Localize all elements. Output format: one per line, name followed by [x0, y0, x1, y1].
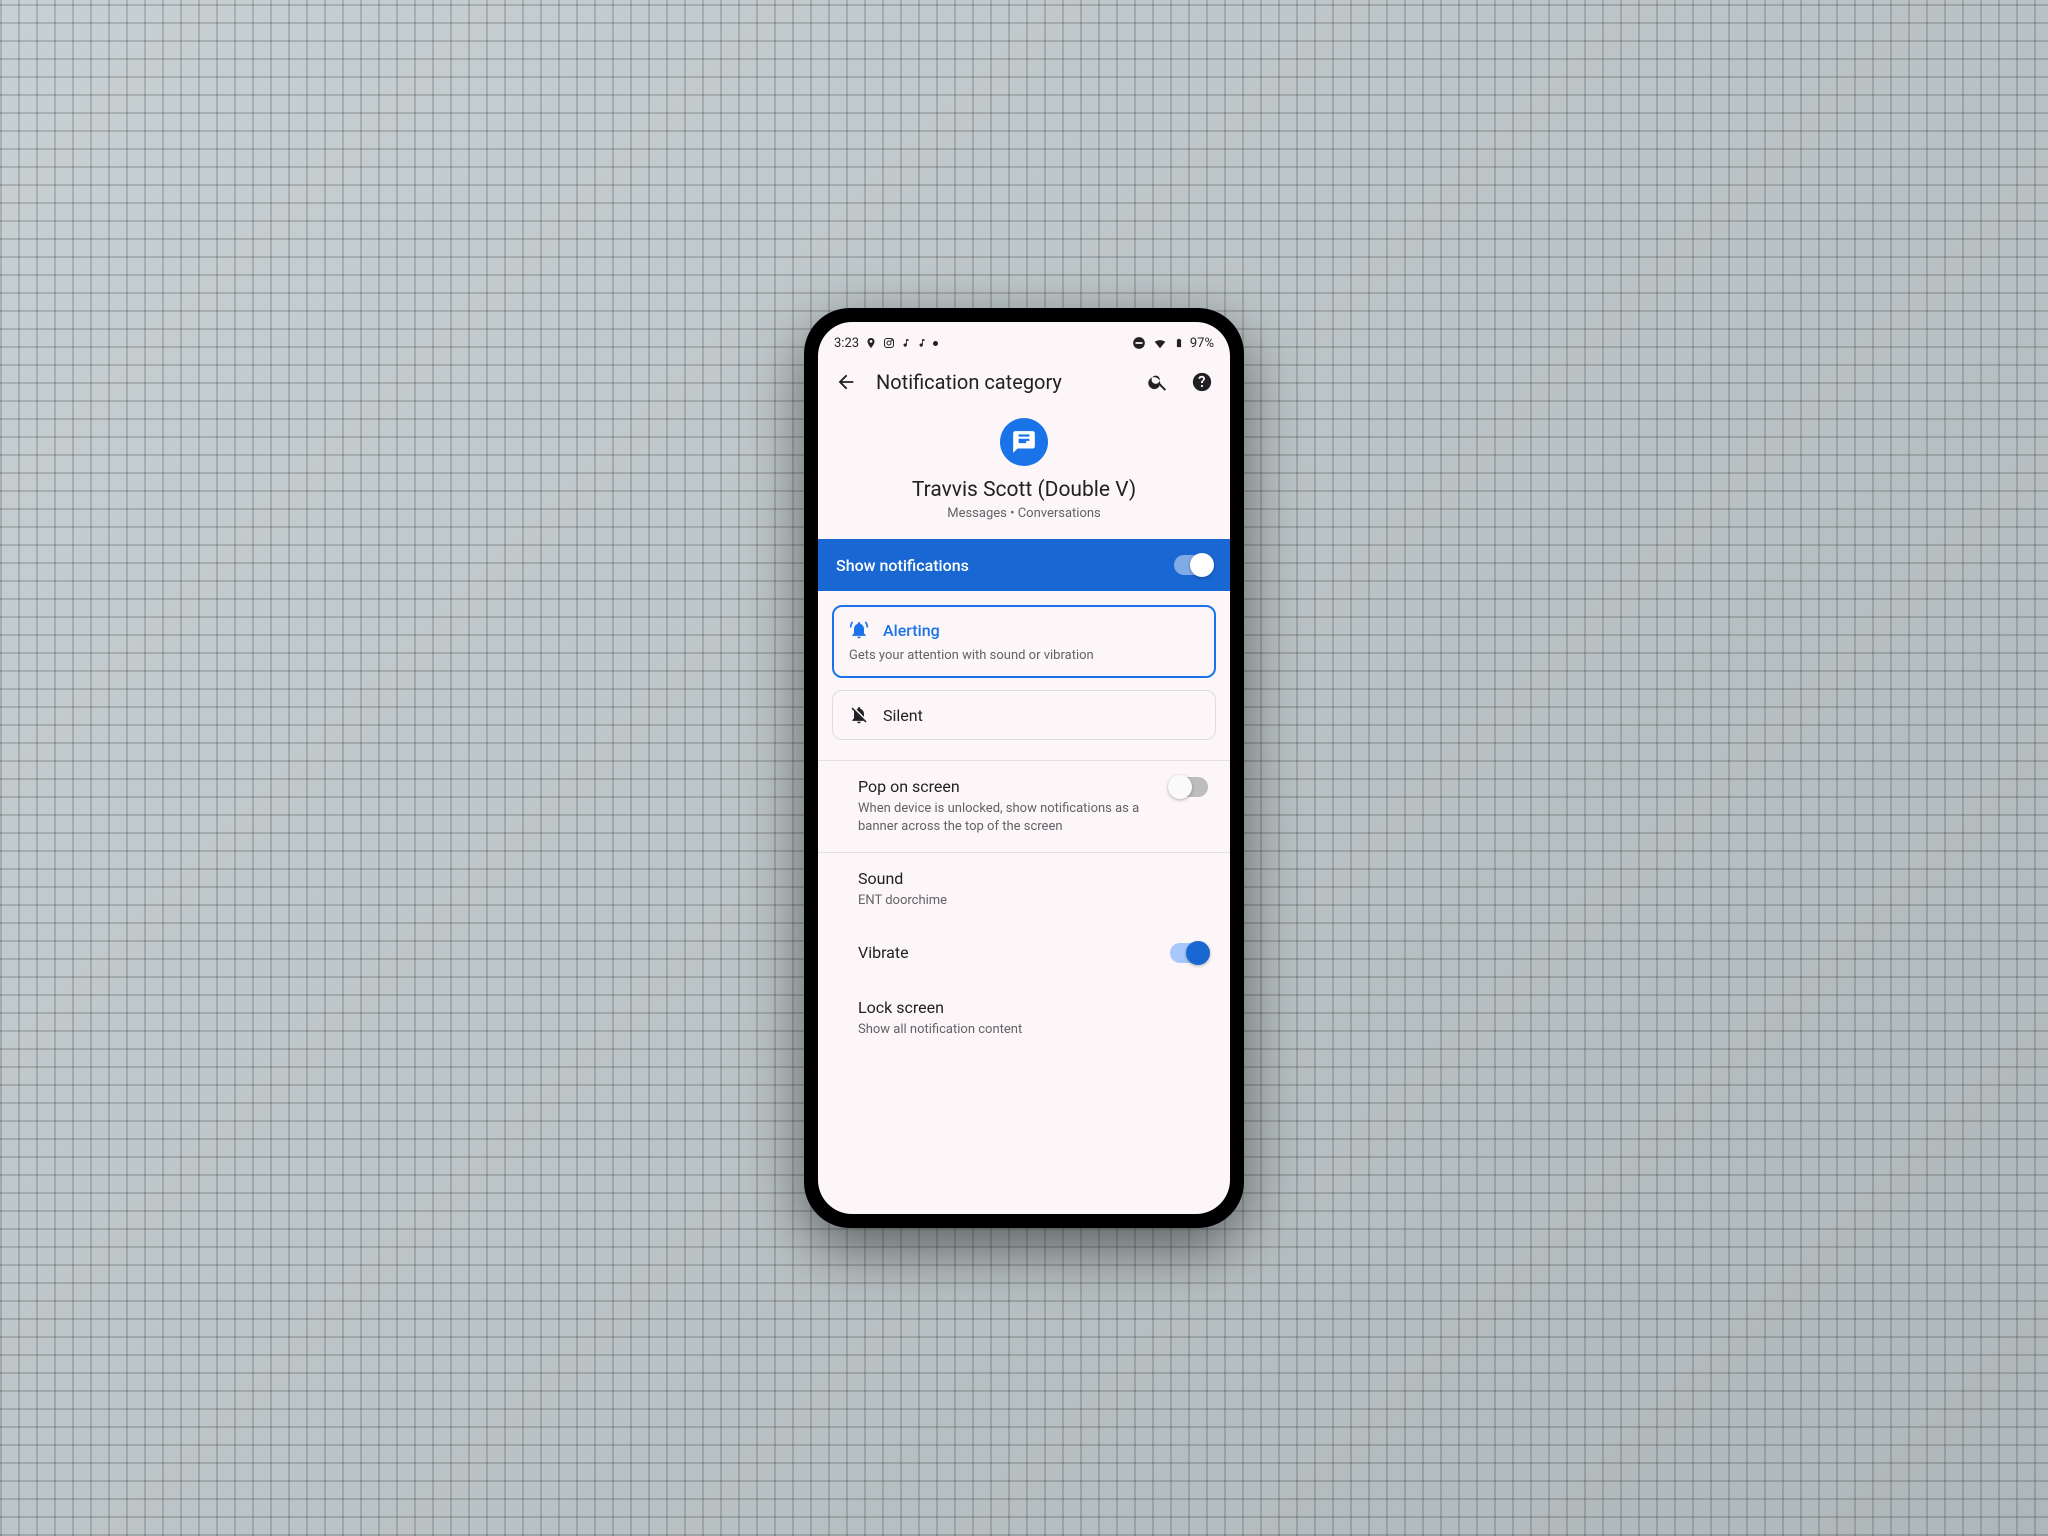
back-button[interactable] [832, 368, 860, 396]
show-notifications-label: Show notifications [836, 556, 969, 575]
help-button[interactable] [1188, 368, 1216, 396]
vibrate-title: Vibrate [858, 943, 1152, 962]
music-icon-2 [917, 337, 927, 349]
alerting-option[interactable]: Alerting Gets your attention with sound … [832, 605, 1216, 678]
pop-title: Pop on screen [858, 777, 1152, 796]
vibrate-toggle[interactable] [1170, 943, 1208, 963]
behavior-options: Alerting Gets your attention with sound … [818, 591, 1230, 760]
app-bar: Notification category [818, 358, 1230, 410]
lock-screen-sub: Show all notification content [858, 1021, 1208, 1039]
sound-row[interactable]: Sound ENT doorchime [818, 853, 1230, 926]
show-notifications-row[interactable]: Show notifications [818, 539, 1230, 591]
status-time: 3:23 [834, 336, 859, 351]
contact-subtitle: Messages • Conversations [834, 506, 1214, 521]
music-icon [901, 337, 911, 349]
battery-percent: 97% [1190, 336, 1214, 351]
alerting-desc: Gets your attention with sound or vibrat… [849, 648, 1199, 663]
contact-name: Travvis Scott (Double V) [834, 478, 1214, 502]
contact-header: Travvis Scott (Double V) Messages • Conv… [818, 410, 1230, 539]
pop-sub: When device is unlocked, show notificati… [858, 800, 1152, 836]
messages-app-icon [1000, 418, 1048, 466]
pop-toggle[interactable] [1170, 777, 1208, 797]
lock-screen-title: Lock screen [858, 998, 1208, 1017]
status-bar: 3:23 [818, 328, 1230, 358]
bell-off-icon [849, 705, 869, 725]
silent-title: Silent [883, 706, 923, 725]
vibrate-row[interactable]: Vibrate [818, 927, 1230, 982]
pop-on-screen-row[interactable]: Pop on screen When device is unlocked, s… [818, 761, 1230, 852]
silent-option[interactable]: Silent [832, 690, 1216, 740]
sound-title: Sound [858, 869, 1208, 888]
bell-ring-icon [849, 620, 869, 640]
wifi-icon [1152, 336, 1168, 350]
screen: 3:23 [818, 322, 1230, 1214]
show-notifications-toggle[interactable] [1174, 555, 1212, 575]
more-icon [933, 341, 938, 346]
page-title: Notification category [876, 370, 1128, 394]
settings-list: Pop on screen When device is unlocked, s… [818, 761, 1230, 1051]
location-icon [865, 337, 877, 349]
lock-screen-row[interactable]: Lock screen Show all notification conten… [818, 982, 1230, 1043]
alerting-title: Alerting [883, 621, 940, 640]
phone-frame: 3:23 [804, 308, 1244, 1228]
sound-sub: ENT doorchime [858, 892, 1208, 910]
dnd-icon [1132, 336, 1146, 350]
instagram-icon [883, 337, 895, 349]
battery-icon [1174, 335, 1184, 351]
search-button[interactable] [1144, 368, 1172, 396]
